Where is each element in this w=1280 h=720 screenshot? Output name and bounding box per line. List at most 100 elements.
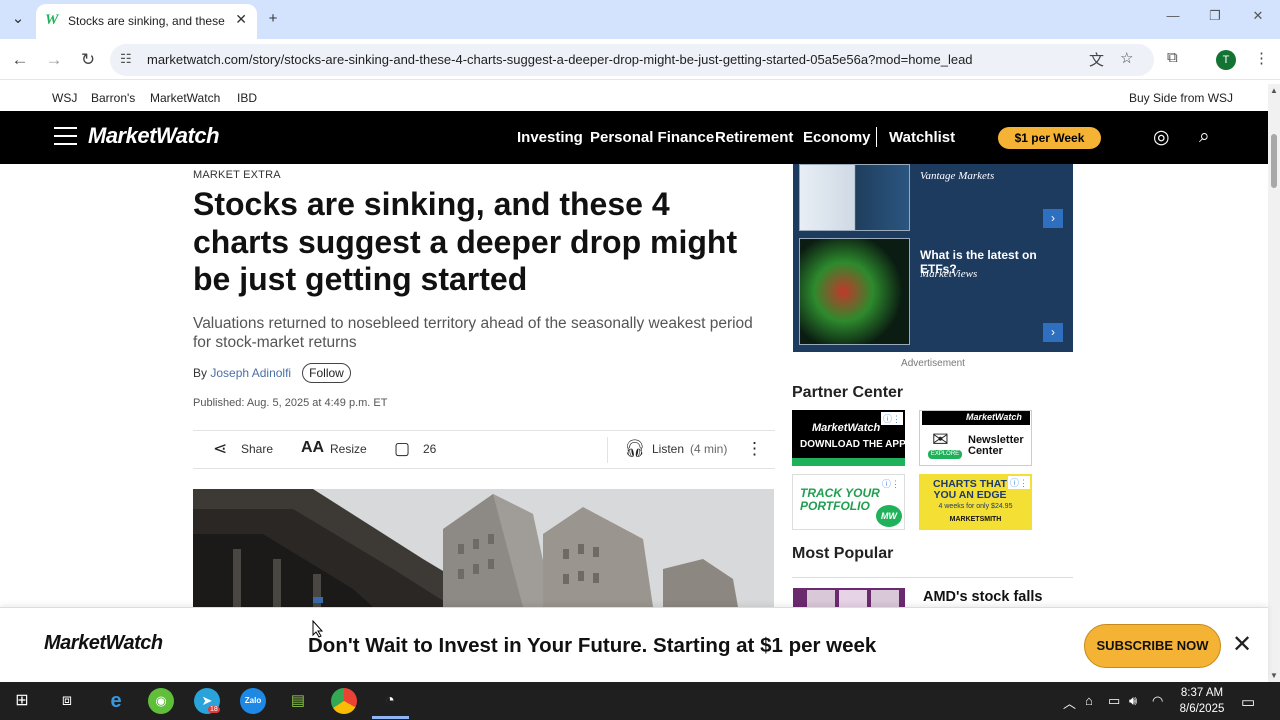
task-view-icon[interactable]: ⧈	[54, 688, 80, 714]
partner-center-heading: Partner Center	[792, 384, 904, 401]
article-kicker[interactable]: MARKET EXTRA	[193, 169, 281, 181]
translate-icon[interactable]: 文	[1089, 49, 1104, 70]
bookmark-star-icon[interactable]: ☆	[1120, 49, 1133, 67]
partner-brand: MARKETSMITH	[949, 516, 1002, 523]
bookmark-marketwatch[interactable]: MarketWatch	[150, 91, 220, 105]
browser-menu-icon[interactable]: ⋮	[1254, 49, 1269, 67]
partner-brand: MarketWatch	[966, 412, 1022, 422]
toolbar-divider	[607, 437, 608, 463]
tab-title: Stocks are sinking, and these 4	[68, 14, 228, 28]
tab-close-icon[interactable]: ✕	[235, 11, 247, 28]
tray-overflow-icon[interactable]: ︿	[1063, 693, 1076, 712]
address-bar[interactable]: ☷ marketwatch.com/story/stocks-are-sinki…	[110, 44, 1154, 76]
subscribe-price-button[interactable]: $1 per Week	[998, 127, 1101, 149]
windows-taskbar: ⊞ ⧈ e ◉ ➤ 18 Zalo ▤ ◔ ︿ ⌂ ▭ 🔊︎ ◠ 8:37 AM…	[0, 682, 1280, 720]
bookmark-barrons[interactable]: Barron's	[91, 91, 135, 105]
system-clock[interactable]: 8:37 AM 8/6/2025	[1170, 685, 1234, 717]
extensions-icon[interactable]: ⧉	[1167, 49, 1178, 66]
browser-tab-bar: ⌄ W Stocks are sinking, and these 4 ✕ + …	[0, 0, 1280, 39]
network-device-icon[interactable]: ⌂	[1085, 693, 1093, 708]
new-tab-icon[interactable]: +	[262, 8, 284, 30]
forward-arrow-icon[interactable]: →	[43, 49, 65, 71]
more-options-icon[interactable]: ⋮	[746, 439, 763, 459]
browser-tab[interactable]: W Stocks are sinking, and these 4 ✕	[36, 4, 257, 39]
site-info-icon[interactable]: ☷	[120, 51, 132, 67]
ad-source[interactable]: MarketViews	[920, 268, 977, 280]
profile-avatar[interactable]: T	[1216, 50, 1236, 70]
comments-count[interactable]: 26	[423, 442, 436, 456]
url-text[interactable]: marketwatch.com/story/stocks-are-sinking…	[147, 52, 973, 67]
nav-personal-finance[interactable]: Personal Finance	[590, 129, 714, 146]
nav-retirement[interactable]: Retirement	[715, 129, 793, 146]
advertisement-label: Advertisement	[901, 358, 965, 369]
comments-icon[interactable]: ▢	[394, 439, 410, 459]
power-icon[interactable]: ▭	[1108, 693, 1120, 709]
partner-text: Newsletter Center	[968, 434, 1024, 457]
account-icon[interactable]: ◎	[1153, 126, 1170, 149]
tab-search-chevron-icon[interactable]: ⌄	[7, 8, 29, 30]
ad-thumbnail-trader[interactable]	[799, 164, 910, 231]
partner-text: TRACK YOUR PORTFOLIO	[800, 486, 880, 513]
windows-start-icon[interactable]: ⊞	[9, 688, 35, 714]
resize-text-icon[interactable]: AA	[301, 439, 324, 457]
bookmark-buy-side[interactable]: Buy Side from WSJ	[1129, 91, 1233, 105]
resize-button[interactable]: Resize	[330, 442, 367, 456]
partner-card-marketsmith[interactable]: ⓘ⋮ CHARTS THAT YOU AN EDGE 4 weeks for o…	[919, 474, 1032, 530]
banner-close-icon[interactable]: ✕	[1232, 630, 1252, 659]
chrome-icon[interactable]	[331, 688, 357, 714]
restore-icon[interactable]: ❐	[1200, 8, 1230, 24]
search-icon[interactable]: ⌕	[1199, 126, 1210, 148]
page-scrollbar[interactable]: ▲ ▼	[1268, 84, 1280, 682]
popular-story-title[interactable]: AMD's stock falls	[923, 589, 1042, 605]
partner-subtext: 4 weeks for only $24.95	[938, 503, 1013, 510]
headphones-icon[interactable]: 🎧︎	[624, 439, 646, 459]
partner-brand: MarketWatch	[812, 422, 881, 434]
scroll-up-icon[interactable]: ▲	[1270, 86, 1278, 95]
edge-browser-icon[interactable]: e	[103, 688, 129, 714]
back-arrow-icon[interactable]: ←	[9, 49, 31, 71]
zalo-icon[interactable]: Zalo	[240, 688, 266, 714]
partner-card-app[interactable]: ⓘ⋮ MarketWatch DOWNLOAD THE APP	[792, 410, 905, 466]
nav-economy[interactable]: Economy	[803, 129, 871, 146]
wifi-icon[interactable]: ◠	[1152, 693, 1163, 709]
green-app-icon[interactable]: ◉	[148, 688, 174, 714]
subscribe-now-button[interactable]: SUBSCRIBE NOW	[1084, 624, 1221, 668]
popular-story-thumbnail[interactable]	[793, 588, 905, 607]
ad-thumbnail-ticker[interactable]	[799, 238, 910, 345]
article-hero-image	[193, 489, 774, 607]
mouse-cursor-icon	[312, 620, 324, 638]
partner-accent-bar	[792, 458, 905, 466]
reload-icon[interactable]: ↻	[77, 49, 99, 71]
recorder-app-icon[interactable]: ◔	[377, 688, 403, 714]
site-logo[interactable]: MarketWatch	[88, 123, 220, 149]
scrollbar-thumb[interactable]	[1271, 134, 1277, 188]
article-toolbar: ⋖ Share AA Resize ▢ 26 🎧︎ Listen (4 min)…	[193, 430, 775, 469]
volume-icon[interactable]: 🔊︎	[1129, 693, 1137, 709]
minimize-icon[interactable]: —	[1158, 8, 1188, 23]
share-button[interactable]: Share	[241, 442, 273, 456]
bookmark-ibd[interactable]: IBD	[237, 91, 257, 105]
hamburger-menu-icon[interactable]	[54, 127, 77, 147]
nav-investing[interactable]: Investing	[517, 129, 583, 146]
article-headline: Stocks are sinking, and these 4 charts s…	[193, 186, 738, 297]
listen-button[interactable]: Listen	[652, 442, 684, 456]
ad-arrow-icon[interactable]: ›	[1043, 323, 1063, 342]
browser-toolbar: ← → ↻ ☷ marketwatch.com/story/stocks-are…	[0, 39, 1280, 80]
notifications-icon[interactable]: ▭	[1241, 693, 1255, 711]
partner-tag: EXPLORE	[928, 450, 962, 459]
telegram-badge: 18	[208, 706, 220, 713]
ad-choices-icon[interactable]: ⓘ⋮	[880, 412, 903, 425]
follow-button[interactable]: Follow	[302, 363, 351, 383]
partner-card-portfolio[interactable]: ⓘ⋮ TRACK YOUR PORTFOLIO MW	[792, 474, 905, 530]
partner-card-newsletter[interactable]: MarketWatch ✉ Newsletter Center EXPLORE	[919, 410, 1032, 466]
share-icon[interactable]: ⋖	[213, 439, 227, 459]
sheet-app-icon[interactable]: ▤	[285, 688, 311, 714]
author-link[interactable]: Joseph Adinolfi	[210, 366, 291, 380]
ad-arrow-icon[interactable]: ›	[1043, 209, 1063, 228]
scroll-down-icon[interactable]: ▼	[1270, 671, 1278, 680]
nav-watchlist[interactable]: Watchlist	[889, 129, 955, 146]
ad-source[interactable]: Vantage Markets	[920, 170, 994, 182]
bookmark-wsj[interactable]: WSJ	[52, 91, 77, 105]
clock-time: 8:37 AM	[1180, 687, 1224, 699]
window-close-icon[interactable]: ✕	[1243, 8, 1273, 24]
